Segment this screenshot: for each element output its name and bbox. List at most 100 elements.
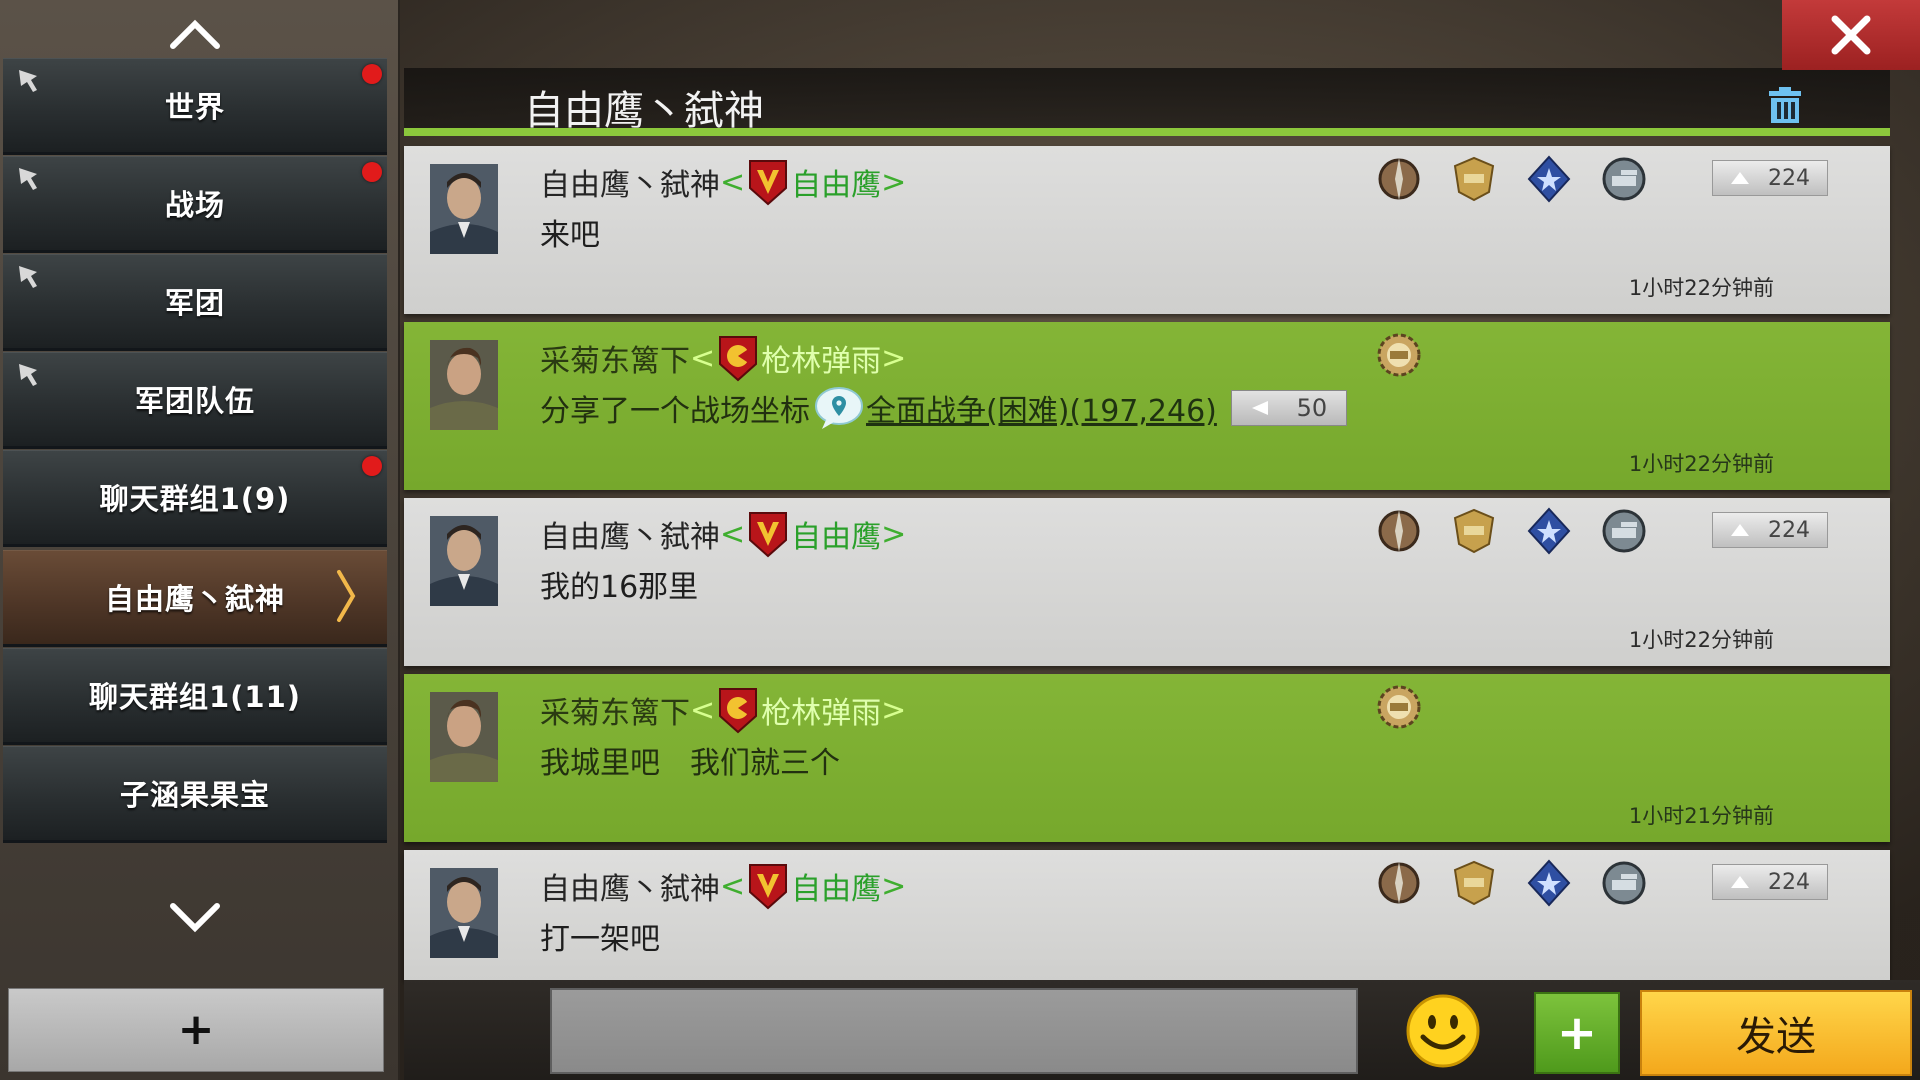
message-text: 打一架吧: [540, 922, 660, 957]
message-text: 我城里吧 我们就三个: [540, 746, 840, 781]
guild-open-bracket: <: [720, 868, 746, 904]
pin-icon[interactable]: [15, 360, 43, 388]
sidebar-item-label: 子涵果果宝: [119, 778, 270, 812]
scroll-up-chevron-icon[interactable]: [165, 14, 225, 54]
guild-open-bracket: <: [720, 164, 746, 200]
player-level: 224: [1768, 165, 1810, 191]
unread-dot: [362, 64, 382, 84]
header-accent-bar: [404, 128, 1890, 136]
guild-emblem-icon: [719, 688, 758, 734]
battlefield-coordinate-link[interactable]: 全面战争(困难)(197,246): [866, 386, 1217, 430]
sidebar-item-private-chat-active[interactable]: 自由鹰丶弑神: [3, 550, 387, 647]
guild-emblem-icon: [749, 864, 788, 910]
guild-name[interactable]: 自由鹰: [791, 512, 881, 556]
message-item: 自由鹰丶弑神 < 自由鹰 > 我的16那里 224 1小时22分钟前: [404, 498, 1890, 666]
sidebar-item-battlefield[interactable]: 战场: [3, 156, 387, 253]
scroll-down-chevron-icon[interactable]: [165, 898, 225, 938]
send-button[interactable]: 发送: [1640, 990, 1912, 1076]
guild-name[interactable]: 枪林弹雨: [761, 336, 881, 380]
sidebar-item-chat-group-11[interactable]: 聊天群组1(11): [3, 648, 387, 745]
sidebar-item-label: 军团: [164, 286, 225, 320]
wing-medal-icon[interactable]: [1449, 858, 1499, 908]
sidebar-item-legion-team[interactable]: 军团队伍: [3, 352, 387, 449]
guild-open-bracket: <: [720, 516, 746, 552]
sender-name[interactable]: 自由鹰丶弑神: [540, 864, 720, 908]
avatar[interactable]: [430, 692, 498, 782]
avatar[interactable]: [430, 164, 498, 254]
battlefield-level-badge: 50: [1230, 390, 1347, 426]
message-text: 来吧: [540, 218, 600, 253]
message-timestamp: 1小时22分钟前: [1628, 452, 1774, 476]
message-item: 自由鹰丶弑神 < 自由鹰 > 来吧 224 1小时22分钟前: [404, 146, 1890, 314]
player-level-badge: 224: [1712, 864, 1828, 900]
star-medal-icon[interactable]: [1524, 154, 1574, 204]
send-label: 发送: [1736, 1014, 1816, 1060]
battlefield-level: 50: [1296, 394, 1328, 422]
message-item: 自由鹰丶弑神 < 自由鹰 > 打一架吧 224: [404, 850, 1890, 980]
chat-channel-sidebar: 世界 战场 军团 军团队伍 聊天群组1(9) 自由鹰丶弑神 聊天群组1(11) …: [0, 0, 400, 1080]
star-medal-icon[interactable]: [1524, 506, 1574, 556]
avatar[interactable]: [430, 516, 498, 606]
guild-close-bracket: >: [881, 692, 907, 728]
sword-medal-icon[interactable]: [1374, 858, 1424, 908]
player-level-badge: 224: [1712, 160, 1828, 196]
guild-name[interactable]: 自由鹰: [791, 160, 881, 204]
sender-name[interactable]: 自由鹰丶弑神: [540, 160, 720, 204]
sidebar-item-chat-group-9[interactable]: 聊天群组1(9): [3, 450, 387, 547]
sidebar-item-world[interactable]: 世界: [3, 58, 387, 155]
message-text: 我的16那里: [540, 570, 699, 605]
avatar[interactable]: [430, 868, 498, 958]
sword-medal-icon[interactable]: [1374, 506, 1424, 556]
message-item: 采菊东篱下 < 枪林弹雨 > 分享了一个战场坐标 全面战争(困难)(197,24…: [404, 322, 1890, 490]
chevron-right-icon: [337, 570, 356, 622]
wing-medal-icon[interactable]: [1449, 506, 1499, 556]
pin-icon[interactable]: [15, 262, 43, 290]
tank-medal-icon[interactable]: [1599, 154, 1649, 204]
pin-icon[interactable]: [15, 66, 43, 94]
sidebar-item-legion[interactable]: 军团: [3, 254, 387, 351]
guild-close-bracket: >: [881, 868, 907, 904]
sender-name[interactable]: 采菊东篱下: [540, 336, 690, 380]
message-timestamp: 1小时22分钟前: [1628, 276, 1774, 300]
sidebar-item-zihan[interactable]: 子涵果果宝: [3, 746, 387, 843]
sword-medal-icon[interactable]: [1374, 154, 1424, 204]
player-level-badge: 224: [1712, 512, 1828, 548]
guild-emblem-icon: [749, 160, 788, 206]
sidebar-item-label: 聊天群组1(11): [88, 680, 302, 714]
emoji-icon[interactable]: [1405, 993, 1481, 1069]
sidebar-item-label: 聊天群组1(9): [99, 482, 291, 516]
pin-icon[interactable]: [15, 164, 43, 192]
close-icon: [1831, 15, 1871, 55]
sidebar-item-label: 自由鹰丶弑神: [104, 582, 285, 616]
add-chat-button[interactable]: +: [8, 988, 384, 1072]
gear-medal-icon[interactable]: [1374, 330, 1424, 380]
message-input[interactable]: [550, 988, 1358, 1074]
sidebar-item-label: 世界: [164, 90, 225, 124]
wing-medal-icon[interactable]: [1449, 154, 1499, 204]
sidebar-item-label: 战场: [164, 188, 225, 222]
location-pin-icon[interactable]: [814, 386, 864, 430]
guild-emblem-icon: [749, 512, 788, 558]
sender-name[interactable]: 采菊东篱下: [540, 688, 690, 732]
trash-icon[interactable]: [1767, 86, 1803, 124]
message-text: 分享了一个战场坐标: [540, 394, 810, 429]
close-button[interactable]: [1782, 0, 1920, 70]
chat-header: 自由鹰丶弑神: [404, 68, 1890, 134]
star-medal-icon[interactable]: [1524, 858, 1574, 908]
rank-up-arrow-icon: [1731, 172, 1749, 184]
rank-up-arrow-icon: [1731, 876, 1749, 888]
tank-medal-icon[interactable]: [1599, 506, 1649, 556]
message-item: 采菊东篱下 < 枪林弹雨 > 我城里吧 我们就三个 1小时21分钟前: [404, 674, 1890, 842]
attach-button[interactable]: +: [1534, 992, 1620, 1074]
tank-medal-icon[interactable]: [1599, 858, 1649, 908]
guild-name[interactable]: 枪林弹雨: [761, 688, 881, 732]
attach-label: +: [1556, 1005, 1598, 1061]
sidebar-item-label: 军团队伍: [134, 384, 255, 418]
sender-name[interactable]: 自由鹰丶弑神: [540, 512, 720, 556]
guild-open-bracket: <: [690, 692, 716, 728]
guild-name[interactable]: 自由鹰: [791, 864, 881, 908]
gear-medal-icon[interactable]: [1374, 682, 1424, 732]
avatar[interactable]: [430, 340, 498, 430]
guild-close-bracket: >: [881, 340, 907, 376]
player-level: 224: [1768, 869, 1810, 895]
